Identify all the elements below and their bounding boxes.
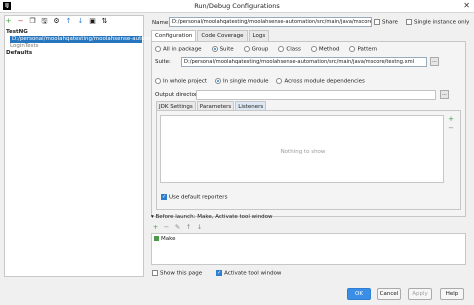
remove-task-icon[interactable]: −	[163, 223, 170, 231]
use-default-reporters-box[interactable]: ✓	[161, 194, 167, 200]
before-launch-header[interactable]: ▾ Before launch: Make, Activate tool win…	[151, 214, 426, 220]
single-instance-label: Single instance only	[414, 19, 470, 26]
show-page-label: Show this page	[160, 270, 203, 277]
edit-defaults-icon[interactable]: ⚙	[52, 17, 61, 26]
remove-listener-icon[interactable]: −	[445, 124, 457, 133]
name-field[interactable]: D:/personal/moolahqatesting/moolahsense-…	[169, 17, 372, 27]
before-launch-toolbar: + − ✎ ↑ ↓	[152, 223, 203, 231]
output-browse-button[interactable]: ...	[440, 90, 449, 99]
add-listener-icon[interactable]: +	[445, 115, 457, 124]
save-config-icon[interactable]: 🖫	[40, 17, 49, 26]
activate-tool-window-label: Activate tool window	[224, 270, 282, 277]
move-up-icon[interactable]: ↑	[64, 17, 73, 26]
listeners-panel: Nothing to show + − ✓ Use default reporte…	[156, 110, 461, 210]
tree-item-testng[interactable]: TestNG	[6, 29, 142, 36]
radio-whole-project[interactable]: In whole project	[155, 78, 207, 85]
tab-logs[interactable]: Logs	[248, 30, 270, 41]
remove-config-icon[interactable]: −	[16, 17, 25, 26]
radio-all-in-package-label: All in package	[163, 46, 202, 53]
dialog-buttons: OK Cancel Apply Help	[0, 285, 474, 305]
config-tabs: Configuration Code Coverage Logs	[151, 30, 270, 41]
tree-item-selected-config[interactable]: D:/personal/moolahqatesting/moolahsense-…	[10, 36, 164, 43]
single-instance-checkbox[interactable]: Single instance only	[406, 19, 469, 26]
add-task-icon[interactable]: +	[152, 223, 159, 231]
radio-suite[interactable]: Suite	[211, 46, 234, 53]
use-default-reporters-checkbox[interactable]: ✓ Use default reporters	[161, 194, 227, 201]
sort-icon[interactable]: ⇅	[100, 17, 109, 26]
before-launch-item-make[interactable]: Make	[154, 236, 176, 242]
radio-single-module[interactable]: In single module	[214, 78, 269, 85]
ok-button[interactable]: OK	[347, 288, 371, 300]
panel-splitter[interactable]	[145, 15, 148, 277]
listeners-toolbar: + −	[445, 115, 457, 133]
radio-class[interactable]: Class	[278, 46, 301, 53]
radio-group[interactable]: Group	[243, 46, 269, 53]
radio-single-module-label: In single module	[222, 78, 269, 85]
help-button[interactable]: Help	[440, 288, 464, 300]
share-checkbox[interactable]: Share	[374, 19, 398, 26]
radio-class-label: Class	[286, 46, 301, 53]
copy-config-icon[interactable]: ❐	[28, 17, 37, 26]
radio-across-modules-label: Across module dependencies	[284, 78, 365, 85]
tab-configuration[interactable]: Configuration	[151, 30, 197, 41]
apply-button[interactable]: Apply	[408, 288, 432, 300]
radio-suite-label: Suite	[219, 46, 234, 53]
move-down-icon[interactable]: ↓	[76, 17, 85, 26]
radio-group-label: Group	[251, 46, 269, 53]
activate-tool-window-box[interactable]: ✓	[216, 270, 223, 276]
name-label: Name:	[152, 20, 171, 26]
title-bar: IJ Run/Debug Configurations ✕	[0, 0, 474, 13]
make-icon	[154, 236, 159, 241]
tree-toolbar: + − ❐ 🖫 ⚙ ↑ ↓ ▣ ⇅	[4, 16, 109, 26]
tree-item-defaults[interactable]: Defaults	[6, 50, 142, 57]
tree-item-logintests[interactable]: LoginTests	[10, 43, 142, 50]
before-launch-label: Before launch: Make, Activate tool windo…	[155, 214, 273, 220]
single-instance-checkbox-box[interactable]	[406, 19, 412, 25]
activate-tool-window-checkbox[interactable]: ✓ Activate tool window	[216, 270, 281, 277]
output-directory-field[interactable]	[196, 90, 436, 100]
empty-list-text: Nothing to show	[280, 149, 326, 155]
window-title: Run/Debug Configurations	[194, 2, 280, 10]
task-up-icon[interactable]: ↑	[185, 223, 192, 231]
launch-options: Show this page ✓ Activate tool window	[152, 270, 281, 277]
share-label: Share	[382, 19, 398, 26]
radio-pattern[interactable]: Pattern	[349, 46, 377, 53]
radio-all-in-package[interactable]: All in package	[155, 46, 202, 53]
share-checkbox-box[interactable]	[374, 19, 380, 25]
test-kind-group: All in package Suite Group Class Method …	[155, 46, 377, 53]
radio-method[interactable]: Method	[310, 46, 340, 53]
radio-pattern-label: Pattern	[357, 46, 378, 53]
tab-code-coverage[interactable]: Code Coverage	[197, 30, 248, 41]
use-default-reporters-label: Use default reporters	[169, 194, 228, 201]
suite-label: Suite:	[155, 59, 171, 65]
config-editor: Name: D:/personal/moolahqatesting/moolah…	[149, 15, 470, 277]
suite-browse-button[interactable]: ...	[430, 57, 439, 66]
task-down-icon[interactable]: ↓	[196, 223, 203, 231]
cancel-button[interactable]: Cancel	[377, 288, 401, 300]
show-page-checkbox[interactable]: Show this page	[152, 270, 202, 277]
before-launch-item-label: Make	[161, 236, 176, 242]
edit-task-icon[interactable]: ✎	[174, 223, 181, 231]
folder-icon[interactable]: ▣	[88, 17, 97, 26]
search-scope-group: In whole project In single module Across…	[155, 78, 365, 85]
show-page-box[interactable]	[152, 270, 158, 276]
before-launch-list[interactable]: Make	[151, 233, 466, 265]
radio-across-modules[interactable]: Across module dependencies	[276, 78, 365, 85]
radio-method-label: Method	[318, 46, 340, 53]
close-icon[interactable]: ✕	[463, 1, 470, 10]
radio-whole-project-label: In whole project	[163, 78, 207, 85]
add-config-icon[interactable]: +	[4, 17, 13, 26]
configuration-panel: All in package Suite Group Class Method …	[151, 41, 466, 217]
listeners-list[interactable]: Nothing to show	[160, 115, 444, 183]
config-tree: TestNG D:/personal/moolahqatesting/moola…	[6, 29, 164, 57]
suite-field[interactable]: D:/personal/moolahqatesting/moolahsense-…	[181, 57, 427, 67]
output-directory-label: Output directory:	[155, 92, 202, 98]
